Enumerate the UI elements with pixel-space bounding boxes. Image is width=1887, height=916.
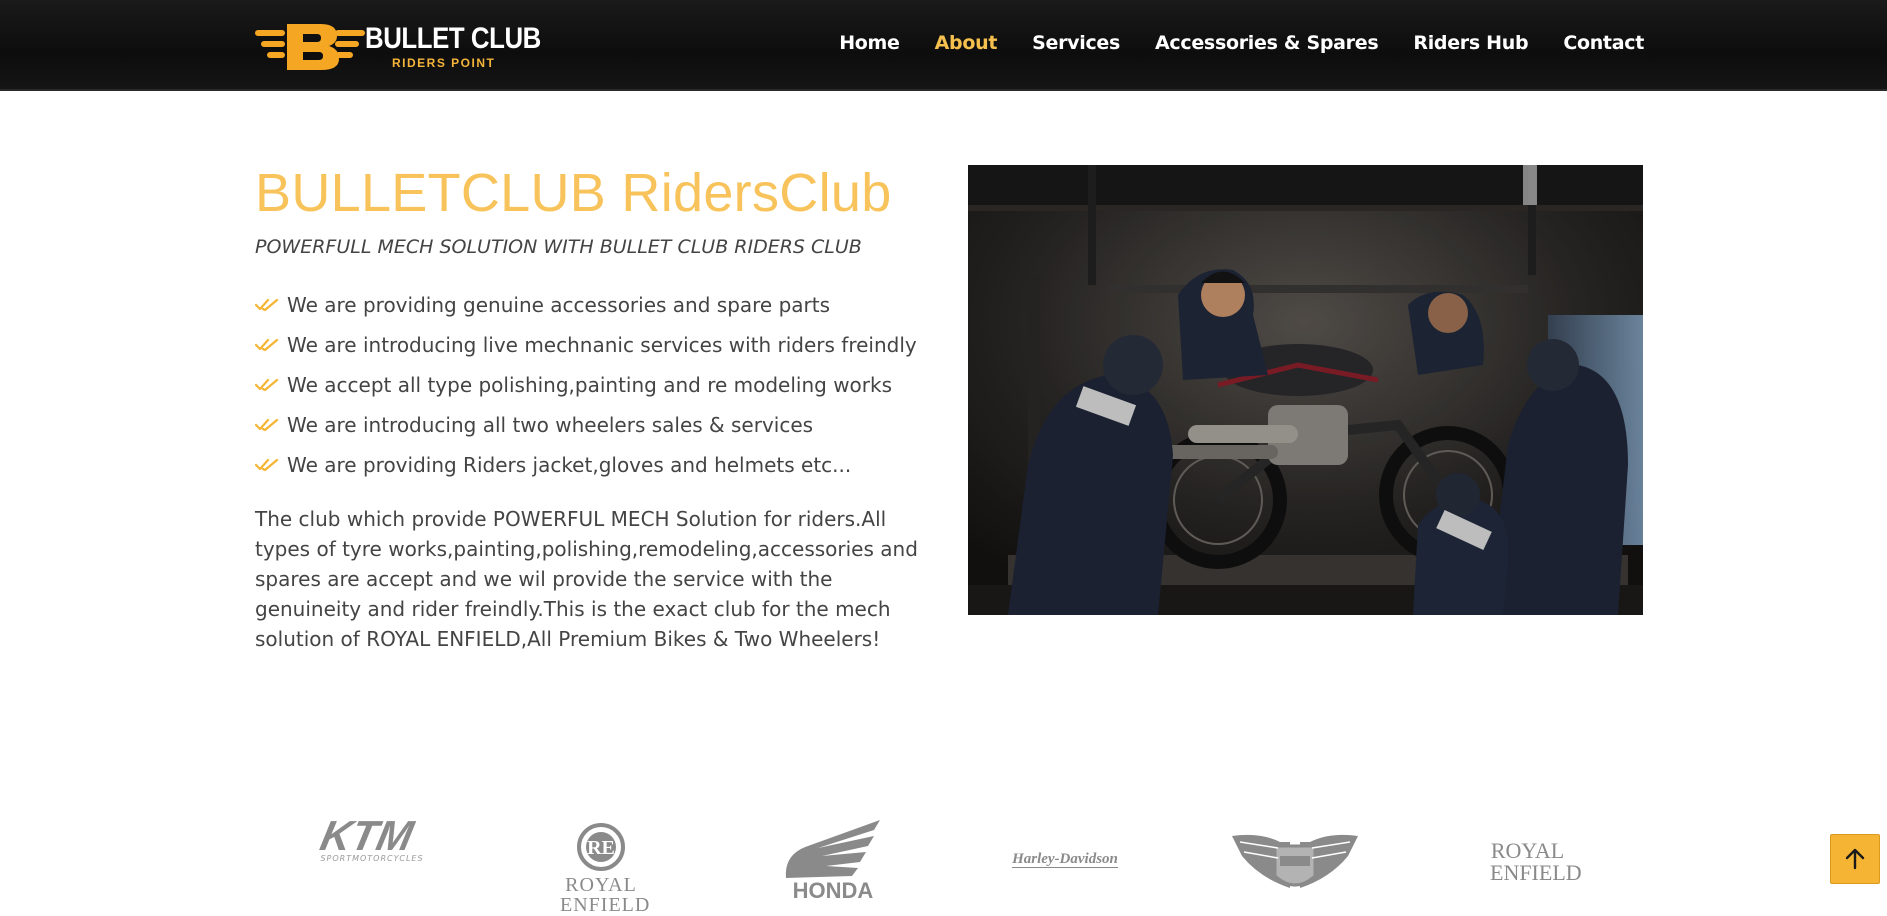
- about-subtitle: POWERFULL MECH SOLUTION WITH BULLET CLUB…: [255, 236, 862, 258]
- site-header: BULLET CLUB RIDERS POINT Home About Serv…: [0, 0, 1887, 91]
- workshop-photo: [968, 165, 1643, 615]
- feature-item: We are introducing all two wheelers sale…: [255, 405, 917, 445]
- site-logo[interactable]: BULLET CLUB RIDERS POINT: [255, 18, 541, 74]
- royal-enfield-badge-icon: RE: [577, 823, 625, 871]
- brand-name: Harley-Davidson: [1012, 851, 1118, 868]
- feature-text: We accept all type polishing,painting an…: [287, 373, 893, 397]
- feature-item: We accept all type polishing,painting an…: [255, 365, 917, 405]
- main-nav: Home About Services Accessories & Spares…: [839, 32, 1644, 54]
- feature-item: We are providing genuine accessories and…: [255, 285, 917, 325]
- brand-tagline: SPORTMOTORCYCLES: [320, 854, 424, 863]
- about-title: BULLETCLUB RidersClub: [255, 163, 892, 223]
- brand-logo-royal-enfield-text: ROYAL ENFIELD: [1490, 838, 1582, 890]
- feature-text: We are introducing live mechnanic servic…: [287, 333, 917, 357]
- feature-text: We are introducing all two wheelers sale…: [287, 413, 814, 437]
- arrow-up-icon: [1845, 848, 1865, 870]
- nav-accessories-spares[interactable]: Accessories & Spares: [1155, 32, 1379, 54]
- double-check-icon: [255, 338, 279, 352]
- harley-wings-emblem-icon: [1232, 834, 1358, 888]
- logo-emblem-icon: [255, 24, 365, 70]
- nav-services[interactable]: Services: [1032, 32, 1120, 54]
- brand-name-top: ROYAL: [1490, 838, 1565, 863]
- double-check-icon: [255, 458, 279, 472]
- brand-logo-ktm: KTM SPORTMOTORCYCLES: [305, 812, 440, 868]
- nav-about[interactable]: About: [935, 32, 998, 54]
- double-check-icon: [255, 378, 279, 392]
- back-to-top-button[interactable]: [1830, 834, 1880, 884]
- nav-riders-hub[interactable]: Riders Hub: [1413, 32, 1528, 54]
- nav-contact[interactable]: Contact: [1563, 32, 1644, 54]
- nav-home[interactable]: Home: [839, 32, 900, 54]
- brand-logo-harley-emblem: [1230, 828, 1360, 898]
- logo-title: BULLET CLUB: [365, 22, 541, 55]
- brand-name: HONDA: [793, 878, 874, 898]
- brand-logo-royal-enfield-badge: RE ROYAL ENFIELD: [560, 823, 649, 915]
- svg-text:KTM: KTM: [317, 812, 419, 858]
- feature-item: We are providing Riders jacket,gloves an…: [255, 445, 917, 485]
- about-description: The club which provide POWERFUL MECH Sol…: [255, 507, 918, 651]
- logo-subtitle: RIDERS POINT: [392, 56, 496, 70]
- feature-text: We are providing genuine accessories and…: [287, 293, 831, 317]
- brand-name-bottom: ENFIELD: [1490, 860, 1582, 885]
- feature-text: We are providing Riders jacket,gloves an…: [287, 453, 852, 477]
- brand-logo-honda: HONDA: [778, 818, 888, 903]
- feature-item: We are introducing live mechnanic servic…: [255, 325, 917, 365]
- brand-logo-harley-davidson: Harley-Davidson: [1005, 848, 1125, 868]
- brand-name-top: ROYAL: [565, 874, 637, 896]
- honda-wing-icon: HONDA: [785, 820, 880, 903]
- double-check-icon: [255, 298, 279, 312]
- workshop-illustration: [968, 165, 1643, 615]
- feature-list: We are providing genuine accessories and…: [255, 285, 917, 485]
- brand-name-bottom: ENFIELD: [560, 894, 651, 916]
- double-check-icon: [255, 418, 279, 432]
- svg-text:RE: RE: [587, 837, 615, 859]
